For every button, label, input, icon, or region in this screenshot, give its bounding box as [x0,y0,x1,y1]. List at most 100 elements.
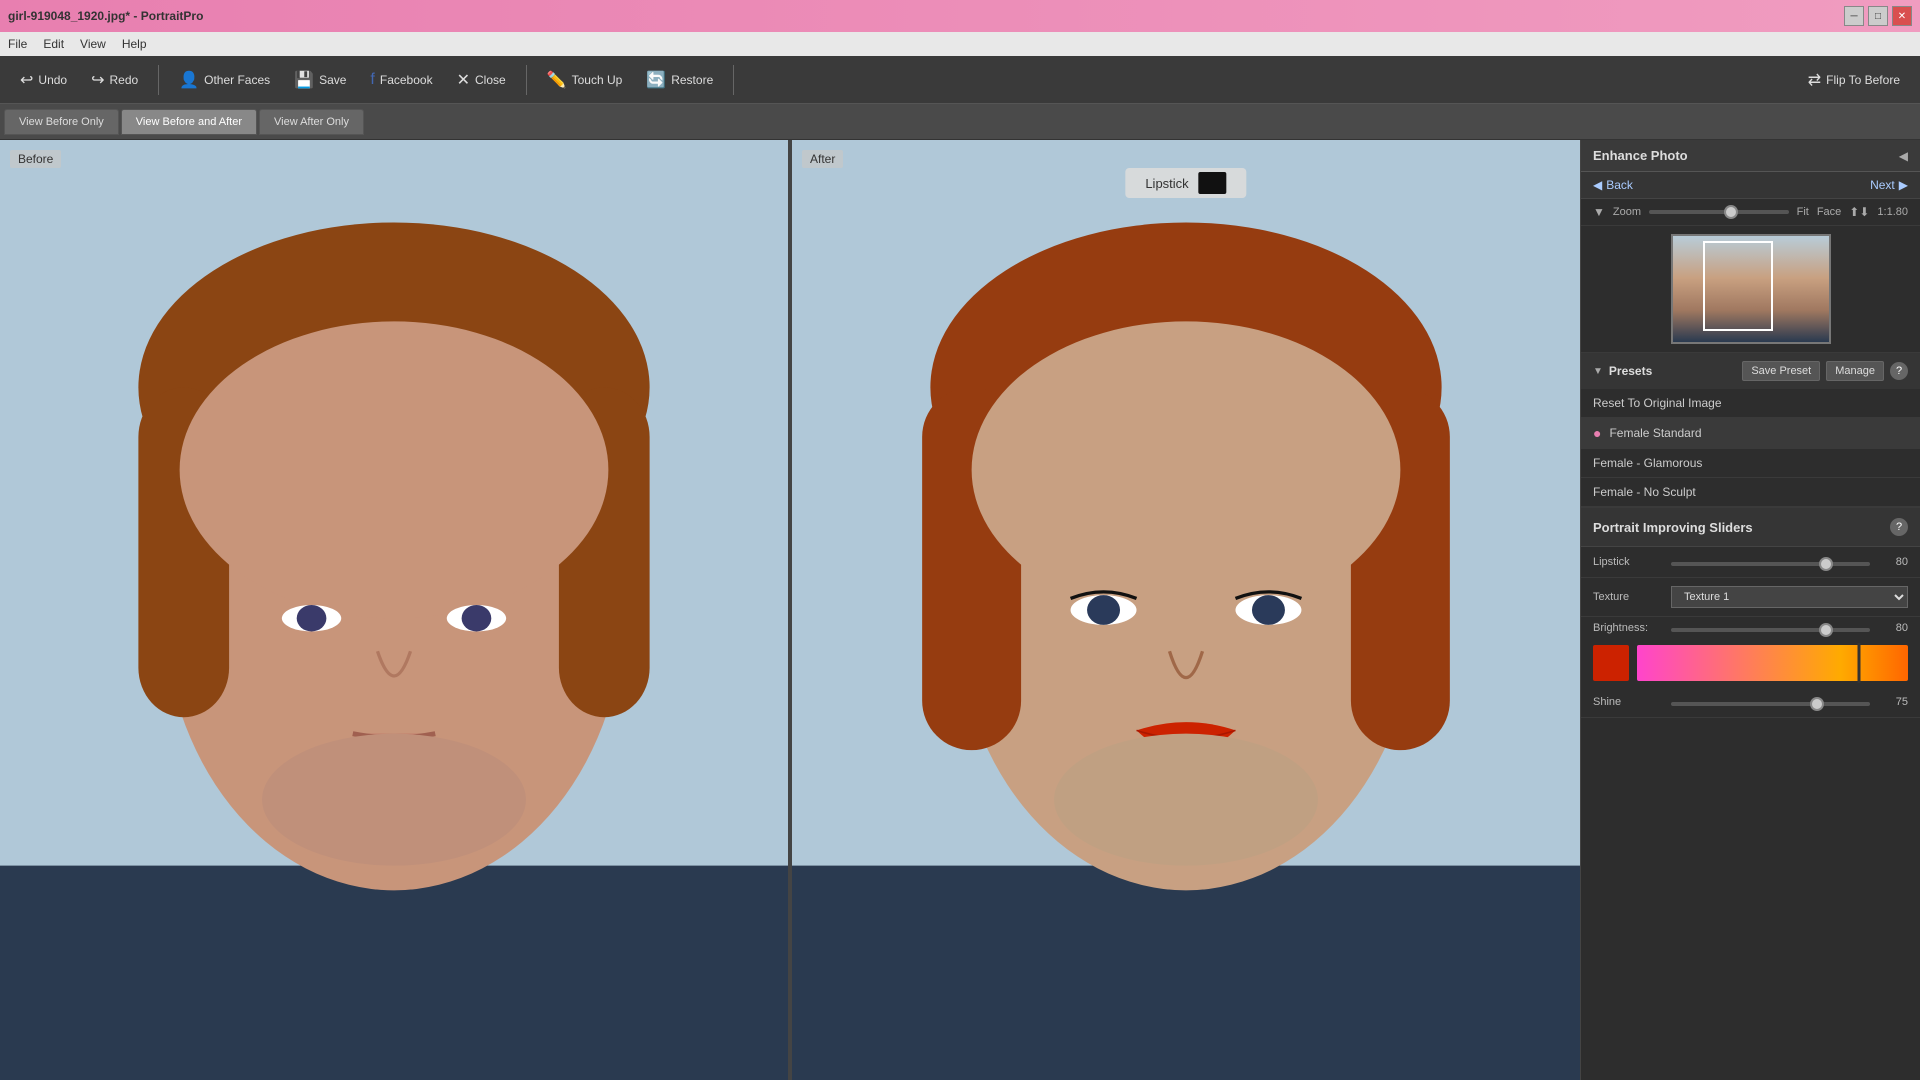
thumbnail-selection [1703,241,1773,331]
maximize-button[interactable]: □ [1868,6,1888,26]
after-label: After [802,150,843,168]
restore-icon: 🔄 [646,70,666,90]
separator-2 [526,65,527,95]
save-button[interactable]: 💾 Save [286,66,354,94]
preset-item-reset[interactable]: Reset To Original Image [1581,389,1920,418]
window-controls: ─ □ ✕ [1844,6,1912,26]
preset-female-glamorous-label: Female - Glamorous [1593,456,1702,470]
zoom-fit-label[interactable]: Fit [1797,206,1809,218]
enhance-photo-title: Enhance Photo [1593,148,1688,163]
restore-button[interactable]: 🔄 Restore [638,66,721,94]
preset-female-standard-label: Female Standard [1609,426,1701,440]
undo-label: Undo [38,73,67,87]
zoom-value: 1:1.80 [1877,206,1908,218]
lipstick-slider[interactable] [1671,562,1870,566]
tab-view-after-only[interactable]: View After Only [259,109,364,135]
lipstick-slider-track [1671,555,1870,569]
touch-up-button[interactable]: ✏️ Touch Up [539,66,631,94]
flip-icon: ⇄ [1808,70,1821,90]
thumbnail-container[interactable] [1671,234,1831,344]
preset-item-female-standard[interactable]: ● Female Standard [1581,418,1920,449]
brightness-slider-track [1671,621,1870,635]
presets-section: ▼ Presets Save Preset Manage ? Reset To … [1581,353,1920,508]
zoom-stepper-icon: ⬆⬇ [1849,205,1869,219]
close-window-button[interactable]: ✕ [1892,6,1912,26]
lipstick-text: Lipstick [1145,176,1188,191]
manage-button[interactable]: Manage [1826,361,1884,381]
menu-help[interactable]: Help [122,37,147,51]
touch-up-label: Touch Up [572,73,623,87]
lipstick-color-swatch[interactable] [1199,172,1227,194]
menu-bar: File Edit View Help [0,32,1920,56]
enhance-photo-header: Enhance Photo ◀ [1581,140,1920,172]
facebook-button[interactable]: f Facebook [362,67,440,93]
before-label: Before [10,150,61,168]
other-faces-button[interactable]: 👤 Other Faces [171,66,278,94]
undo-button[interactable]: ↩ Undo [12,66,75,94]
tab-after-only-label: View After Only [274,116,349,128]
lipstick-overlay-label: Lipstick [1125,168,1246,198]
touch-up-icon: ✏️ [547,70,567,90]
thumbnail-area [1581,226,1920,353]
menu-file[interactable]: File [8,37,27,51]
image-panels: Before [0,140,1580,1080]
brightness-value: 80 [1878,622,1908,634]
shine-slider[interactable] [1671,702,1870,706]
close-label: Close [475,73,506,87]
next-label: Next [1870,178,1895,192]
after-image [792,140,1580,1080]
lipstick-slider-label: Lipstick [1593,556,1663,568]
toolbar: ↩ Undo ↪ Redo 👤 Other Faces 💾 Save f Fac… [0,56,1920,104]
before-face-svg [0,140,788,1080]
close-button[interactable]: ✕ Close [449,66,514,94]
minimize-button[interactable]: ─ [1844,6,1864,26]
zoom-row: ▼ Zoom Fit Face ⬆⬇ 1:1.80 [1581,199,1920,226]
color-gradient-bar[interactable] [1637,645,1908,681]
redo-icon: ↪ [91,70,104,90]
flip-to-before-button[interactable]: ⇄ Flip To Before [1800,66,1908,94]
tab-view-before-only[interactable]: View Before Only [4,109,119,135]
facebook-label: Facebook [380,73,433,87]
separator-1 [158,65,159,95]
main-content: Before [0,140,1920,1080]
redo-button[interactable]: ↪ Redo [83,66,146,94]
tab-before-only-label: View Before Only [19,116,104,128]
save-preset-button[interactable]: Save Preset [1742,361,1820,381]
before-panel: Before [0,140,788,1080]
texture-label: Texture [1593,591,1663,603]
next-button[interactable]: Next ▶ [1870,178,1908,192]
color-swatch[interactable] [1593,645,1629,681]
menu-view[interactable]: View [80,37,106,51]
lipstick-value: 80 [1878,556,1908,568]
preset-reset-label: Reset To Original Image [1593,396,1722,410]
zoom-label: Zoom [1613,206,1641,218]
presets-collapse-icon[interactable]: ▼ [1593,366,1603,377]
lipstick-slider-row: Lipstick 80 [1581,547,1920,578]
back-button[interactable]: ◀ Back [1593,178,1633,192]
menu-edit[interactable]: Edit [43,37,64,51]
sliders-title: Portrait Improving Sliders [1593,520,1753,535]
preset-dot-icon: ● [1593,425,1601,441]
enhance-collapse-icon[interactable]: ◀ [1899,149,1908,163]
shine-slider-track [1671,695,1870,709]
tab-view-before-and-after[interactable]: View Before and After [121,109,257,135]
texture-select[interactable]: Texture 1 Texture 2 Texture 3 [1671,586,1908,608]
separator-3 [733,65,734,95]
sliders-help-button[interactable]: ? [1890,518,1908,536]
preset-item-female-no-sculpt[interactable]: Female - No Sculpt [1581,478,1920,507]
preset-item-female-glamorous[interactable]: Female - Glamorous [1581,449,1920,478]
color-bar-row [1581,639,1920,687]
presets-help-button[interactable]: ? [1890,362,1908,380]
nav-row: ◀ Back Next ▶ [1581,172,1920,199]
texture-row: Texture Texture 1 Texture 2 Texture 3 [1581,578,1920,617]
zoom-face-label[interactable]: Face [1817,206,1841,218]
presets-title: Presets [1609,364,1652,378]
flip-label: Flip To Before [1826,73,1900,87]
save-label: Save [319,73,346,87]
other-faces-label: Other Faces [204,73,270,87]
brightness-slider[interactable] [1671,628,1870,632]
zoom-slider[interactable] [1649,210,1789,214]
back-label: Back [1606,178,1633,192]
gradient-cursor [1858,643,1861,683]
after-panel: After Lipstick [792,140,1580,1080]
